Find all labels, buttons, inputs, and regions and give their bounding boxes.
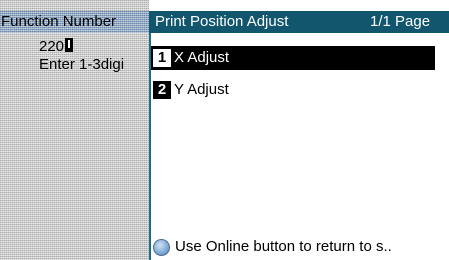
menu-item-y-adjust[interactable]: 2 Y Adjust	[151, 78, 435, 102]
menu-title: Print Position Adjust	[155, 13, 289, 30]
page-indicator: 1/1 Page	[370, 13, 431, 30]
menu-item-number-badge: 2	[153, 81, 171, 99]
function-number-value[interactable]: 220	[39, 38, 74, 56]
function-number-panel	[0, 0, 149, 260]
function-number-hint: Enter 1-3digi	[39, 56, 125, 73]
menu-item-x-adjust[interactable]: 1 X Adjust	[151, 46, 435, 70]
function-number-header: Function Number	[0, 11, 149, 33]
function-number-text: 220	[39, 38, 65, 55]
menu-item-number-badge: 1	[153, 49, 171, 67]
online-button-icon	[153, 239, 170, 256]
footer-hint: Use Online button to return to s..	[151, 236, 449, 258]
input-cursor-icon	[65, 38, 74, 52]
footer-hint-text: Use Online button to return to s..	[175, 238, 392, 255]
menu-item-label: X Adjust	[174, 49, 230, 66]
menu-item-label: Y Adjust	[174, 81, 229, 98]
menu-header: Print Position Adjust 1/1 Page	[149, 11, 449, 33]
